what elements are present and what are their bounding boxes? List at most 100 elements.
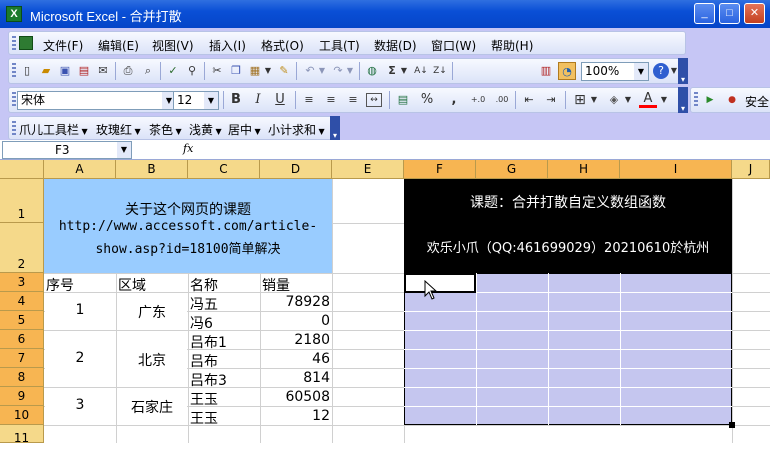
print-icon[interactable]: ⎙ [119,62,137,80]
record-sales[interactable]: 2180 [260,332,330,348]
paste-dropdown-icon[interactable]: ▼ [263,62,273,80]
cut-icon[interactable]: ✂ [208,62,226,80]
toolbar-grip[interactable] [12,92,16,108]
run-macro-icon[interactable]: ▶ [701,91,719,109]
record-name[interactable]: 冯6 [190,313,213,333]
menu-file[interactable]: 文件(F) [43,37,83,54]
toolbar-grip[interactable] [694,92,698,108]
menu-format[interactable]: 格式(O) [261,37,304,54]
name-box-dropdown-icon[interactable]: ▼ [117,142,131,158]
group-seq[interactable]: 1 [44,302,116,318]
maximize-icon[interactable]: □ [719,3,740,24]
align-center-icon[interactable]: ≡ [322,91,340,109]
workbook-icon[interactable] [19,36,33,50]
help-icon[interactable]: ? [653,63,669,79]
subtotal-menu[interactable]: 小计求和 ▼ [268,121,325,138]
record-sales[interactable]: 12 [260,408,330,424]
info-cell[interactable]: 关于这个网页的课题 http://www.accessoft.com/artic… [44,179,332,273]
save-icon[interactable]: ▣ [56,62,74,80]
research-icon[interactable]: ⚲ [183,62,201,80]
row-header-8[interactable]: 8 [0,368,44,387]
close-icon[interactable]: ✕ [744,3,765,24]
borders-icon[interactable]: ⊞ [571,91,589,109]
menu-insert[interactable]: 插入(I) [209,37,246,54]
column-header-f[interactable]: F [404,160,476,179]
record-macro-icon[interactable]: ● [723,91,741,109]
tan-menu[interactable]: 茶色 ▼ [149,121,182,138]
record-name[interactable]: 王玉 [190,408,218,428]
group-seq[interactable]: 3 [44,397,116,413]
bold-icon[interactable]: B [227,91,245,109]
permission-icon[interactable]: ▤ [75,62,93,80]
spelling-icon[interactable]: ✓ [164,62,182,80]
record-name[interactable]: 冯五 [190,294,218,314]
record-name[interactable]: 吕布3 [190,370,227,390]
borders-dropdown-icon[interactable]: ▼ [589,91,599,109]
row-header-6[interactable]: 6 [0,330,44,349]
row-header-7[interactable]: 7 [0,349,44,368]
formula-input[interactable] [198,141,770,159]
center-menu[interactable]: 居中 ▼ [228,121,261,138]
decrease-indent-icon[interactable]: ⇤ [520,91,538,109]
record-name[interactable]: 王玉 [190,389,218,409]
active-cell-f3[interactable] [404,273,476,293]
record-sales[interactable]: 46 [260,351,330,367]
fill-color-icon[interactable]: ◈ [605,91,623,109]
fill-color-dropdown-icon[interactable]: ▼ [623,91,633,109]
italic-icon[interactable]: I [249,91,267,109]
align-right-icon[interactable]: ≡ [344,91,362,109]
row-header-11[interactable]: 11 [0,425,44,445]
menu-help[interactable]: 帮助(H) [491,37,533,54]
group-seq[interactable]: 2 [44,350,116,366]
row-header-3[interactable]: 3 [0,273,44,292]
underline-icon[interactable]: U [271,91,289,109]
zoom-select[interactable]: 100% ▼ [581,62,649,81]
header-name[interactable]: 名称 [190,275,218,295]
menu-data[interactable]: 数据(D) [374,37,417,54]
column-header-b[interactable]: B [116,160,188,179]
row-header-2[interactable]: 2 [0,223,44,273]
group-region[interactable]: 石家庄 [116,397,188,417]
percent-icon[interactable]: % [418,91,436,109]
paste-icon[interactable]: ▦ [246,62,264,80]
font-size-select[interactable]: 12 ▼ [173,91,219,110]
group-region[interactable]: 北京 [116,350,188,370]
sort-ascending-icon[interactable]: A↓ [412,62,430,80]
print-preview-icon[interactable]: ⌕ [139,62,157,80]
menu-view[interactable]: 视图(V) [152,37,194,54]
toolbar-options-icon[interactable]: ▾ [330,116,340,140]
row-header-10[interactable]: 10 [0,406,44,425]
hyperlink-icon[interactable]: ◍ [363,62,381,80]
format-painter-icon[interactable]: ✎ [275,62,293,80]
select-all-corner[interactable] [0,160,44,179]
toolbar-options-icon[interactable]: ▾ [678,87,688,113]
menu-edit[interactable]: 编辑(E) [98,37,139,54]
undo-dropdown-icon[interactable]: ▼ [317,62,327,80]
fill-handle[interactable] [729,422,735,428]
header-seq[interactable]: 序号 [46,275,74,295]
open-icon[interactable]: ▰ [37,62,55,80]
align-left-icon[interactable]: ≡ [300,91,318,109]
record-sales[interactable]: 78928 [260,294,330,310]
claw-tools-menu[interactable]: 爪儿工具栏 ▼ [19,121,88,138]
record-name[interactable]: 吕布 [190,351,218,371]
comma-icon[interactable]: , [445,91,463,109]
banner-cell[interactable]: 课题：合并打散自定义数组函数 欢乐小爪（QQ:461699029）2021061… [404,179,732,273]
merge-center-icon[interactable]: ↔ [366,93,382,107]
column-header-e[interactable]: E [332,160,404,179]
font-size-dropdown-icon[interactable]: ▼ [204,92,218,109]
font-color-dropdown-icon[interactable]: ▼ [659,91,669,109]
toolbar-options-icon[interactable]: ▾ [678,58,688,84]
drawing-icon[interactable]: ◔ [558,62,576,80]
font-color-icon[interactable]: A [639,91,657,108]
increase-indent-icon[interactable]: ⇥ [542,91,560,109]
column-header-g[interactable]: G [476,160,548,179]
sort-descending-icon[interactable]: Z↓ [431,62,449,80]
copy-icon[interactable]: ❐ [227,62,245,80]
column-header-d[interactable]: D [260,160,332,179]
rose-red-menu[interactable]: 玫瑰红 ▼ [96,121,141,138]
row-header-9[interactable]: 9 [0,387,44,406]
group-region[interactable]: 广东 [116,302,188,322]
record-sales[interactable]: 0 [260,313,330,329]
record-sales[interactable]: 814 [260,370,330,386]
